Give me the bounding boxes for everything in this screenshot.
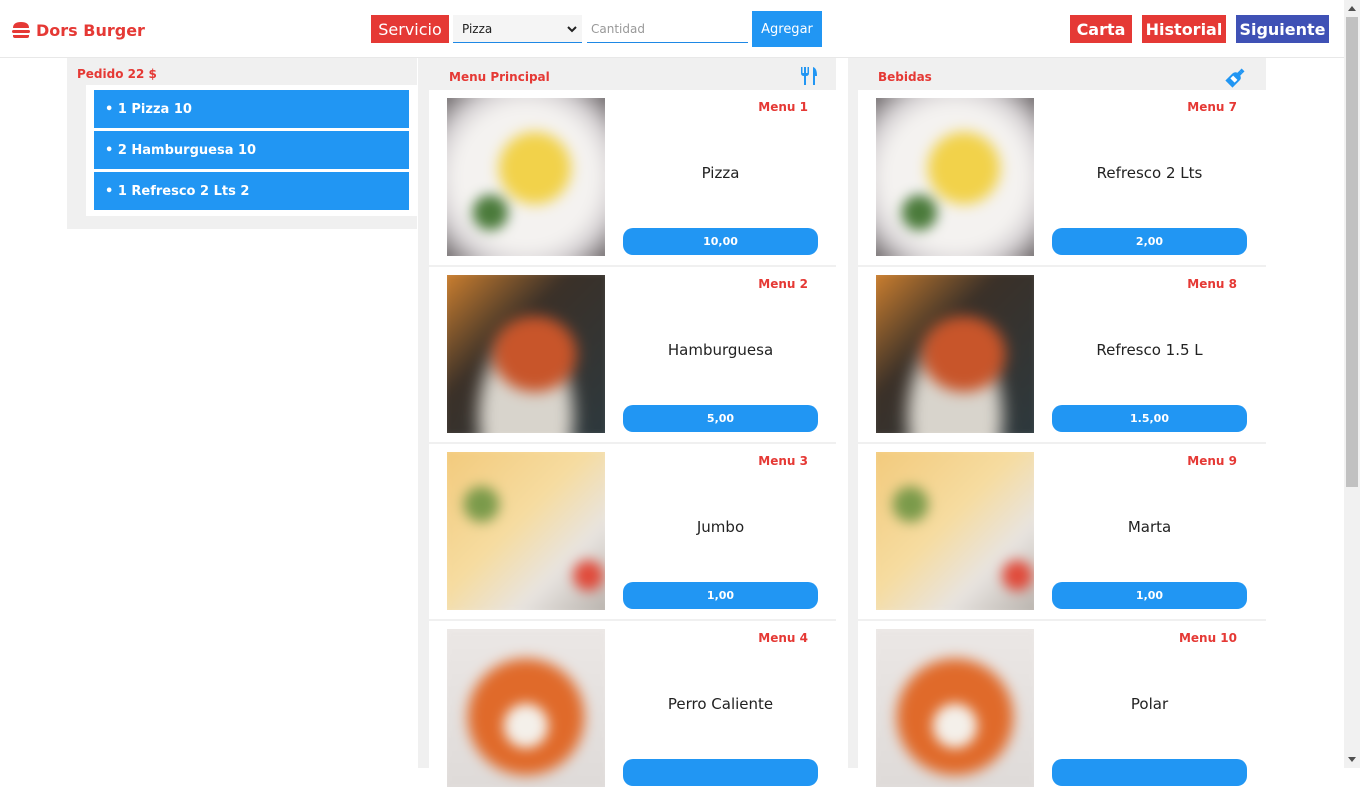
page-scrollbar[interactable] — [1344, 0, 1360, 768]
price-button[interactable] — [1052, 759, 1247, 786]
order-item[interactable]: • 1 Pizza 10 — [94, 90, 409, 128]
brand-name: Dors Burger — [36, 20, 145, 40]
menu-item-name: Refresco 1.5 L — [1096, 341, 1203, 359]
menu-card[interactable]: Menu 1 Pizza 10,00 — [429, 90, 837, 265]
price-button[interactable]: 5,00 — [623, 405, 818, 432]
menu-item-image — [447, 629, 605, 787]
menu-principal-column: Menu Principal Menu 1 Pizza 10,00 Menu 2… — [418, 58, 837, 796]
historial-button[interactable]: Historial — [1142, 15, 1226, 43]
menu-card[interactable]: Menu 10 Polar — [858, 621, 1266, 796]
menu-number-label: Menu 1 — [758, 100, 808, 114]
order-item[interactable]: • 2 Hamburguesa 10 — [94, 131, 409, 169]
menu-principal-title: Menu Principal — [449, 70, 550, 84]
order-item[interactable]: • 1 Refresco 2 Lts 2 — [94, 172, 409, 210]
menu-card[interactable]: Menu 3 Jumbo 1,00 — [429, 444, 837, 619]
menu-number-label: Menu 3 — [758, 454, 808, 468]
menu-item-name: Refresco 2 Lts — [1096, 164, 1203, 182]
service-select-value: Pizza — [462, 21, 493, 36]
order-panel: Pedido 22 $ • 1 Pizza 10 • 2 Hamburguesa… — [67, 58, 417, 229]
price-button[interactable]: 2,00 — [1052, 228, 1247, 255]
scroll-down-arrow-icon[interactable] — [1344, 752, 1360, 768]
menu-number-label: Menu 2 — [758, 277, 808, 291]
top-navbar: Dors Burger Servicio Pizza Agregar Carta… — [0, 0, 1344, 58]
menu-number-label: Menu 7 — [1187, 100, 1237, 114]
bebidas-title: Bebidas — [878, 70, 932, 84]
menu-item-name: Pizza — [701, 164, 740, 182]
menu-item-image — [447, 452, 605, 610]
price-button[interactable]: 1,00 — [1052, 582, 1247, 609]
servicio-label: Servicio — [371, 15, 449, 43]
cantidad-input[interactable] — [587, 15, 748, 43]
menu-item-name: Hamburguesa — [667, 341, 774, 359]
menu-item-name: Jumbo — [696, 518, 745, 536]
agregar-button[interactable]: Agregar — [752, 11, 822, 47]
menu-item-image — [876, 275, 1034, 433]
scroll-up-arrow-icon[interactable] — [1344, 0, 1360, 16]
price-button[interactable]: 1,00 — [623, 582, 818, 609]
menu-number-label: Menu 8 — [1187, 277, 1237, 291]
brand-logo[interactable]: Dors Burger — [11, 18, 145, 42]
price-button[interactable]: 1.5,00 — [1052, 405, 1247, 432]
menu-item-image — [447, 98, 605, 256]
menu-item-name: Perro Caliente — [667, 695, 774, 713]
chevron-down-icon — [567, 26, 577, 33]
menu-card[interactable]: Menu 9 Marta 1,00 — [858, 444, 1266, 619]
price-button[interactable]: 10,00 — [623, 228, 818, 255]
menu-card[interactable]: Menu 8 Refresco 1.5 L 1.5,00 — [858, 267, 1266, 442]
service-select[interactable]: Pizza — [453, 15, 582, 43]
order-title: Pedido 22 $ — [77, 67, 157, 81]
menu-card[interactable]: Menu 2 Hamburguesa 5,00 — [429, 267, 837, 442]
order-list: • 1 Pizza 10 • 2 Hamburguesa 10 • 1 Refr… — [86, 85, 417, 216]
scrollbar-thumb[interactable] — [1346, 17, 1358, 487]
fork-knife-icon — [801, 67, 817, 85]
menu-card[interactable]: Menu 7 Refresco 2 Lts 2,00 — [858, 90, 1266, 265]
menu-item-image — [876, 98, 1034, 256]
menu-item-image — [876, 452, 1034, 610]
price-button[interactable] — [623, 759, 818, 786]
bebidas-column: Bebidas Menu 7 Refresco 2 Lts 2,00 Menu … — [848, 58, 1266, 796]
menu-item-image — [447, 275, 605, 433]
menu-item-name: Polar — [1130, 695, 1169, 713]
menu-number-label: Menu 9 — [1187, 454, 1237, 468]
menu-card[interactable]: Menu 4 Perro Caliente — [429, 621, 837, 796]
menu-number-label: Menu 10 — [1178, 631, 1237, 645]
menu-item-image — [876, 629, 1034, 787]
carta-button[interactable]: Carta — [1070, 15, 1132, 43]
bottle-icon — [1225, 68, 1245, 88]
menu-number-label: Menu 4 — [758, 631, 808, 645]
menu-item-name: Marta — [1127, 518, 1172, 536]
siguiente-button[interactable]: Siguiente — [1236, 15, 1329, 43]
burger-icon — [12, 22, 30, 38]
